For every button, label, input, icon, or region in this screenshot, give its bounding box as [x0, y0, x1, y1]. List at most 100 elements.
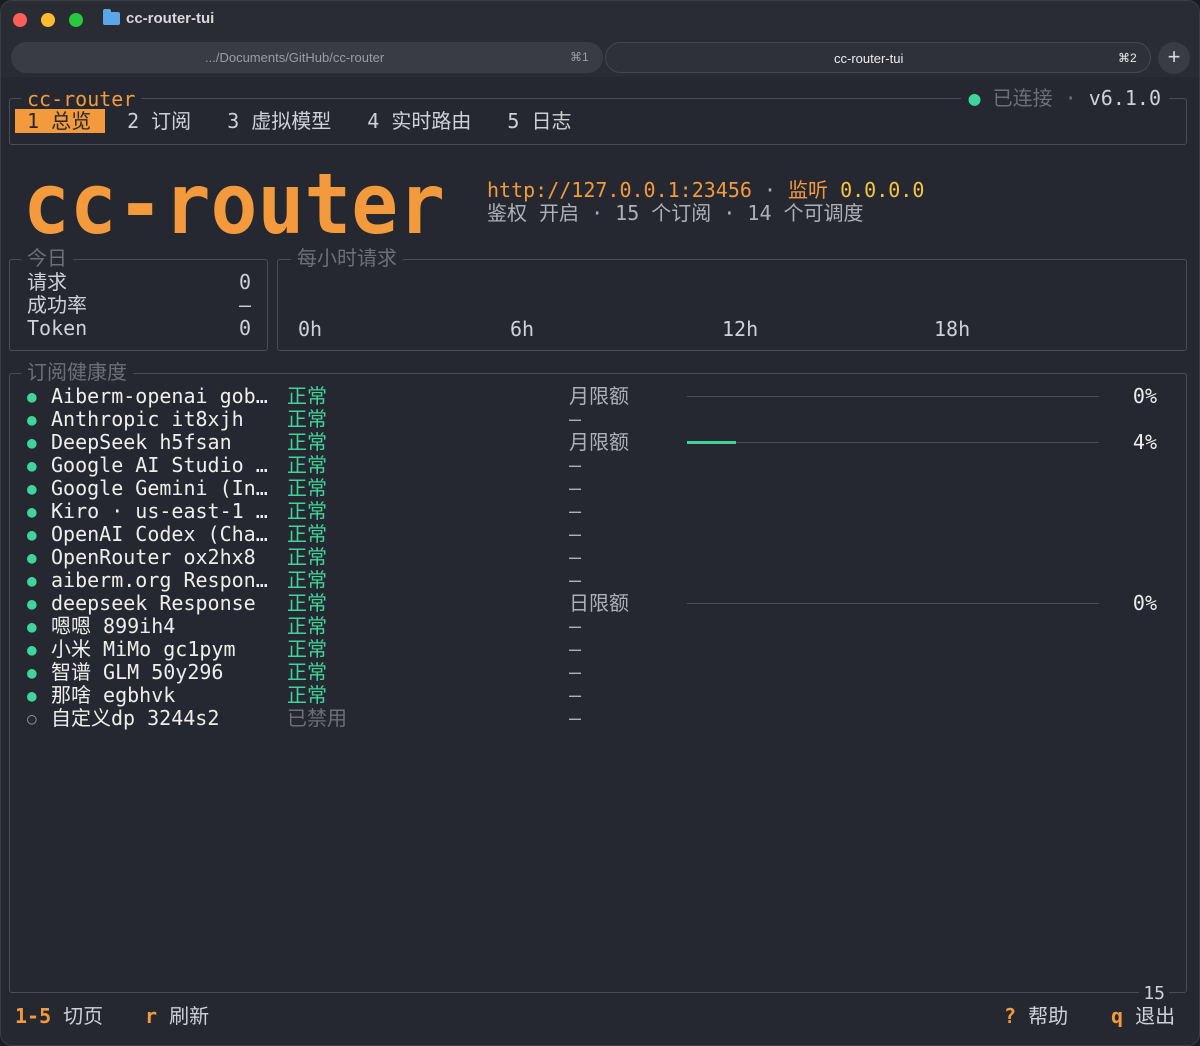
today-title: 今日: [21, 247, 73, 269]
footer-shortcut-refresh[interactable]: r 刷新: [145, 1004, 209, 1028]
server-info: http://127.0.0.1:23456 · 监听 0.0.0.0: [487, 179, 924, 201]
health-row[interactable]: ● Aiberm-openai gob… 正常 月限额 0%: [27, 385, 1177, 408]
quota-type: 日限额: [569, 591, 629, 615]
health-row[interactable]: ● DeepSeek h5fsan 正常 月限额 4%: [27, 431, 1177, 454]
cc-router-logo: cc-router: [23, 155, 445, 243]
hour-tick: 6h: [510, 317, 535, 341]
footer-shortcut-help[interactable]: ? 帮助: [1004, 1004, 1068, 1028]
new-tab-button[interactable]: +: [1158, 42, 1190, 74]
zoom-window-button[interactable]: [69, 13, 83, 27]
health-row[interactable]: ● Anthropic it8xjh 正常 —: [27, 408, 1177, 431]
status-dot-icon: ●: [27, 686, 37, 705]
close-window-button[interactable]: [13, 13, 27, 27]
subscription-status: 已禁用: [287, 706, 347, 730]
svg-text:cc-router: cc-router: [23, 155, 445, 243]
quota-type: —: [569, 683, 582, 707]
nav-tab-virtual-models[interactable]: 3 虚拟模型: [227, 109, 331, 133]
title-bar: cc-router-tui: [1, 1, 1199, 39]
subscription-name: aiberm.org Respon…: [51, 568, 268, 592]
subscription-status: 正常: [287, 384, 327, 408]
stat-value: —: [238, 293, 251, 317]
quota-type: —: [569, 706, 582, 730]
nav-tabs: 1 总览 2 订阅 3 虚拟模型 4 实时路由 5 日志: [15, 109, 607, 133]
item-count: 15: [1139, 983, 1169, 1004]
shortcut-label: 退出: [1135, 1004, 1176, 1028]
terminal-window: cc-router-tui .../Documents/GitHub/cc-ro…: [0, 0, 1200, 1046]
nav-tab-logs[interactable]: 5 日志: [507, 109, 571, 133]
status-dot-icon: ●: [27, 433, 37, 452]
subscription-name: Aiberm-openai gob…: [51, 384, 268, 408]
subscription-name: deepseek Response: [51, 591, 256, 615]
footer-shortcut-quit[interactable]: q 退出: [1111, 1004, 1175, 1028]
shortcut-key: r: [145, 1004, 158, 1028]
subscription-name: OpenAI Codex (Cha…: [51, 522, 268, 546]
hour-tick: 12h: [722, 317, 759, 341]
shortcut-key: q: [1111, 1004, 1124, 1028]
hour-tick: 18h: [934, 317, 971, 341]
health-row[interactable]: ● deepseek Response 正常 日限额 0%: [27, 592, 1177, 615]
listen-label: 监听: [788, 178, 829, 202]
subscription-name: 自定义dp 3244s2: [51, 706, 220, 730]
shortcut-key: ?: [1004, 1004, 1017, 1028]
quota-type: —: [569, 637, 582, 661]
stat-success-rate: 成功率 —: [27, 294, 251, 316]
hourly-title: 每小时请求: [291, 247, 403, 269]
footer-shortcut-page[interactable]: 1-5 切页: [15, 1004, 103, 1028]
status-dot-icon: ●: [27, 571, 37, 590]
health-row[interactable]: ● 智谱 GLM 50y296 正常 —: [27, 661, 1177, 684]
quota-usage-bar: [687, 396, 1099, 397]
quota-type: —: [569, 568, 582, 592]
quota-type: —: [569, 407, 582, 431]
hour-tick: 0h: [298, 317, 323, 341]
tab-cc-router[interactable]: .../Documents/GitHub/cc-router ⌘1: [11, 42, 603, 73]
nav-tab-subscriptions[interactable]: 2 订阅: [127, 109, 191, 133]
health-row[interactable]: ● 小米 MiMo gc1pym 正常 —: [27, 638, 1177, 661]
health-row[interactable]: ● OpenRouter ox2hx8 正常 —: [27, 546, 1177, 569]
status-dot: ●: [968, 86, 981, 110]
quota-usage-bar: [687, 603, 1099, 604]
quota-type: 月限额: [569, 384, 629, 408]
health-row[interactable]: ● 嗯嗯 899ih4 正常 —: [27, 615, 1177, 638]
subscription-name: 嗯嗯 899ih4: [51, 614, 176, 638]
nav-tab-overview[interactable]: 1 总览: [15, 109, 106, 133]
status-dot-icon: ●: [27, 525, 37, 544]
status-dot-icon: ●: [27, 502, 37, 521]
status-dot-icon: ●: [27, 640, 37, 659]
server-url: http://127.0.0.1:23456: [487, 178, 752, 202]
status-dot-icon: ●: [27, 594, 37, 613]
quota-type: —: [569, 499, 582, 523]
status-dot-icon: ●: [27, 663, 37, 682]
minimize-window-button[interactable]: [41, 13, 55, 27]
health-row[interactable]: ● OpenAI Codex (Cha… 正常 —: [27, 523, 1177, 546]
health-row[interactable]: ● Google Gemini (In… 正常 —: [27, 477, 1177, 500]
shortcut-label: 切页: [63, 1004, 104, 1028]
subscription-name: OpenRouter ox2hx8: [51, 545, 256, 569]
quota-usage-percent: 4%: [1132, 430, 1157, 454]
health-row[interactable]: ● aiberm.org Respon… 正常 —: [27, 569, 1177, 592]
nav-tab-live-routing[interactable]: 4 实时路由: [367, 109, 471, 133]
stat-value: 0: [238, 316, 251, 340]
subscription-name: 智谱 GLM 50y296: [51, 660, 224, 684]
status-sep: ·: [1064, 86, 1077, 110]
quota-type: —: [569, 545, 582, 569]
shortcut-key: 1-5: [15, 1004, 52, 1028]
server-sep: ·: [763, 178, 776, 202]
shortcut-label: 刷新: [169, 1004, 210, 1028]
status-dot-icon: ●: [27, 479, 37, 498]
subscription-status: 正常: [287, 591, 327, 615]
quota-type: —: [569, 476, 582, 500]
tab-label: .../Documents/GitHub/cc-router: [205, 50, 385, 65]
health-row[interactable]: ● Google AI Studio … 正常 —: [27, 454, 1177, 477]
tab-cc-router-tui[interactable]: cc-router-tui ⌘2: [605, 42, 1151, 73]
quota-usage-fill: [687, 441, 737, 444]
stat-label: 成功率: [27, 293, 87, 317]
tab-bar: .../Documents/GitHub/cc-router ⌘1 cc-rou…: [1, 39, 1199, 77]
subscription-status: 正常: [287, 499, 327, 523]
stat-label: Token: [27, 316, 88, 340]
health-row[interactable]: ○ 自定义dp 3244s2 已禁用 —: [27, 707, 1177, 730]
health-row[interactable]: ● Kiro · us-east-1 … 正常 —: [27, 500, 1177, 523]
folder-icon: [103, 9, 120, 25]
health-row[interactable]: ● 那啥 egbhvk 正常 —: [27, 684, 1177, 707]
app-name: cc-router: [21, 88, 142, 110]
listen-address: 0.0.0.0: [840, 178, 925, 202]
